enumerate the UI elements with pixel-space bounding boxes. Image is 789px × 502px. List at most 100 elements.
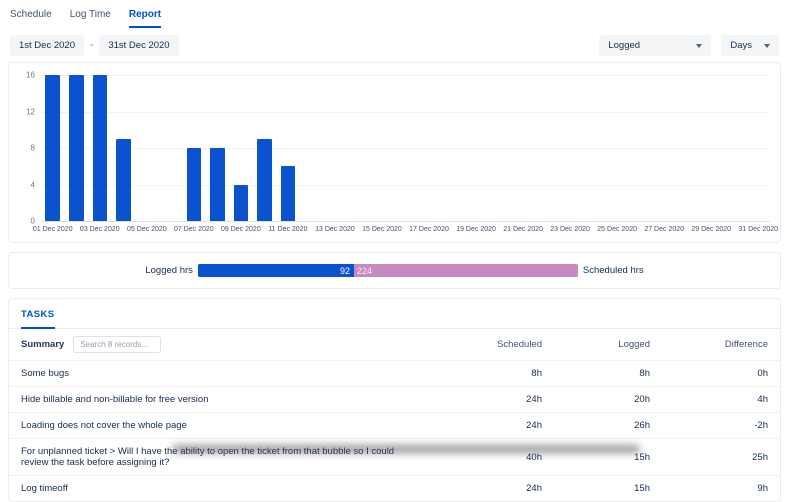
task-difference: 0h bbox=[650, 368, 768, 379]
task-scheduled: 24h bbox=[434, 420, 542, 431]
bar-slot bbox=[417, 75, 441, 221]
logged-vs-scheduled-card: Logged hrs 92 224 Scheduled hrs bbox=[8, 252, 781, 289]
metric-select-value: Logged bbox=[608, 40, 640, 51]
toolbar: 1st Dec 2020 - 31st Dec 2020 Logged Days bbox=[0, 28, 789, 62]
task-difference: 25h bbox=[650, 452, 768, 463]
table-row[interactable]: Loading does not cover the whole page 24… bbox=[9, 412, 780, 438]
task-logged: 8h bbox=[542, 368, 650, 379]
top-tab-bar: Schedule Log Time Report bbox=[0, 0, 789, 28]
column-header-summary[interactable]: Summary bbox=[21, 339, 64, 350]
bar-slot bbox=[182, 75, 206, 221]
bar-slot bbox=[276, 75, 300, 221]
bar-slot bbox=[300, 75, 324, 221]
scheduled-hrs-label: Scheduled hrs bbox=[583, 265, 644, 276]
bar-slot bbox=[159, 75, 183, 221]
column-header-difference[interactable]: Difference bbox=[650, 339, 768, 350]
task-summary: Loading does not cover the whole page bbox=[21, 420, 434, 431]
logged-hours-value: 92 bbox=[340, 266, 350, 276]
column-header-logged[interactable]: Logged bbox=[542, 339, 650, 350]
tab-report[interactable]: Report bbox=[129, 9, 161, 28]
bar-slot bbox=[535, 75, 559, 221]
tasks-title-row: TASKS bbox=[9, 309, 780, 329]
search-input[interactable] bbox=[73, 336, 161, 353]
scheduled-hours-value: 224 bbox=[357, 266, 372, 276]
bar-slot bbox=[605, 75, 629, 221]
bar[interactable] bbox=[210, 148, 225, 221]
task-scheduled: 8h bbox=[434, 368, 542, 379]
task-scheduled: 24h bbox=[434, 483, 542, 494]
y-tick-label: 16 bbox=[19, 71, 35, 80]
task-summary: Hide billable and non-billable for free … bbox=[21, 394, 434, 405]
filter-controls: Logged Days bbox=[599, 35, 779, 56]
x-tick-label: 17 Dec 2020 bbox=[409, 226, 449, 233]
task-logged: 15h bbox=[542, 452, 650, 463]
bar[interactable] bbox=[234, 185, 249, 222]
bar[interactable] bbox=[281, 166, 296, 221]
interval-select[interactable]: Days bbox=[721, 35, 779, 56]
bar-slot bbox=[582, 75, 606, 221]
chevron-down-icon bbox=[764, 44, 770, 48]
tab-log-time[interactable]: Log Time bbox=[70, 9, 111, 28]
bar[interactable] bbox=[257, 139, 272, 221]
task-scheduled: 24h bbox=[434, 394, 542, 405]
gridline bbox=[41, 221, 770, 222]
bar-slot bbox=[511, 75, 535, 221]
x-tick-label: 13 Dec 2020 bbox=[315, 226, 355, 233]
bar-slot bbox=[699, 75, 723, 221]
bar[interactable] bbox=[69, 75, 84, 221]
x-tick-label: 31 Dec 2020 bbox=[738, 226, 778, 233]
logged-vs-scheduled-bar: 92 224 bbox=[198, 264, 578, 277]
x-tick-label: 21 Dec 2020 bbox=[503, 226, 543, 233]
bar[interactable] bbox=[45, 75, 60, 221]
column-header-scheduled[interactable]: Scheduled bbox=[434, 339, 542, 350]
bar-slot bbox=[652, 75, 676, 221]
task-difference: -2h bbox=[650, 420, 768, 431]
chevron-down-icon bbox=[696, 44, 702, 48]
logged-hrs-label: Logged hrs bbox=[145, 265, 193, 276]
scheduled-progress-segment: 224 bbox=[354, 264, 578, 277]
x-tick-label: 27 Dec 2020 bbox=[644, 226, 684, 233]
start-date-button[interactable]: 1st Dec 2020 bbox=[10, 35, 84, 56]
bar[interactable] bbox=[187, 148, 202, 221]
y-tick-label: 4 bbox=[19, 180, 35, 189]
task-difference: 9h bbox=[650, 483, 768, 494]
x-tick-label: 05 Dec 2020 bbox=[127, 226, 167, 233]
bar-slot bbox=[558, 75, 582, 221]
tasks-tab[interactable]: TASKS bbox=[21, 309, 55, 329]
x-tick-label: 23 Dec 2020 bbox=[550, 226, 590, 233]
task-logged: 26h bbox=[542, 420, 650, 431]
horizontal-scrollbar[interactable] bbox=[172, 445, 640, 453]
table-row[interactable]: Log timeoff 24h 15h 9h bbox=[9, 475, 780, 501]
y-tick-label: 8 bbox=[19, 144, 35, 153]
bar[interactable] bbox=[93, 75, 108, 221]
bar[interactable] bbox=[116, 139, 131, 221]
x-axis: 01 Dec 202003 Dec 202005 Dec 202007 Dec … bbox=[41, 225, 770, 238]
tasks-card: TASKS Summary Scheduled Logged Differenc… bbox=[8, 298, 781, 502]
bar-slot bbox=[65, 75, 89, 221]
bar-slot bbox=[135, 75, 159, 221]
tab-schedule[interactable]: Schedule bbox=[10, 9, 52, 28]
bar-slot bbox=[464, 75, 488, 221]
table-row[interactable]: Hide billable and non-billable for free … bbox=[9, 386, 780, 412]
date-range: 1st Dec 2020 - 31st Dec 2020 bbox=[10, 35, 179, 56]
table-row[interactable]: Some bugs 8h 8h 0h bbox=[9, 360, 780, 386]
bar-slot bbox=[206, 75, 230, 221]
bar-slot bbox=[488, 75, 512, 221]
x-tick-label: 19 Dec 2020 bbox=[456, 226, 496, 233]
bar-slot bbox=[88, 75, 112, 221]
bar-slot bbox=[394, 75, 418, 221]
logged-progress-segment: 92 bbox=[198, 264, 354, 277]
date-range-separator: - bbox=[90, 40, 93, 51]
metric-select[interactable]: Logged bbox=[599, 35, 711, 56]
y-tick-label: 0 bbox=[19, 217, 35, 226]
task-summary: Log timeoff bbox=[21, 483, 434, 494]
tasks-table-header: Summary Scheduled Logged Difference bbox=[9, 329, 780, 360]
bar-slot bbox=[746, 75, 770, 221]
bar-slot bbox=[370, 75, 394, 221]
task-logged: 15h bbox=[542, 483, 650, 494]
bar-slot bbox=[441, 75, 465, 221]
table-row[interactable]: For unplanned ticket > Will I have the a… bbox=[9, 438, 780, 475]
end-date-button[interactable]: 31st Dec 2020 bbox=[99, 35, 178, 56]
x-tick-label: 29 Dec 2020 bbox=[691, 226, 731, 233]
interval-select-value: Days bbox=[730, 40, 752, 51]
